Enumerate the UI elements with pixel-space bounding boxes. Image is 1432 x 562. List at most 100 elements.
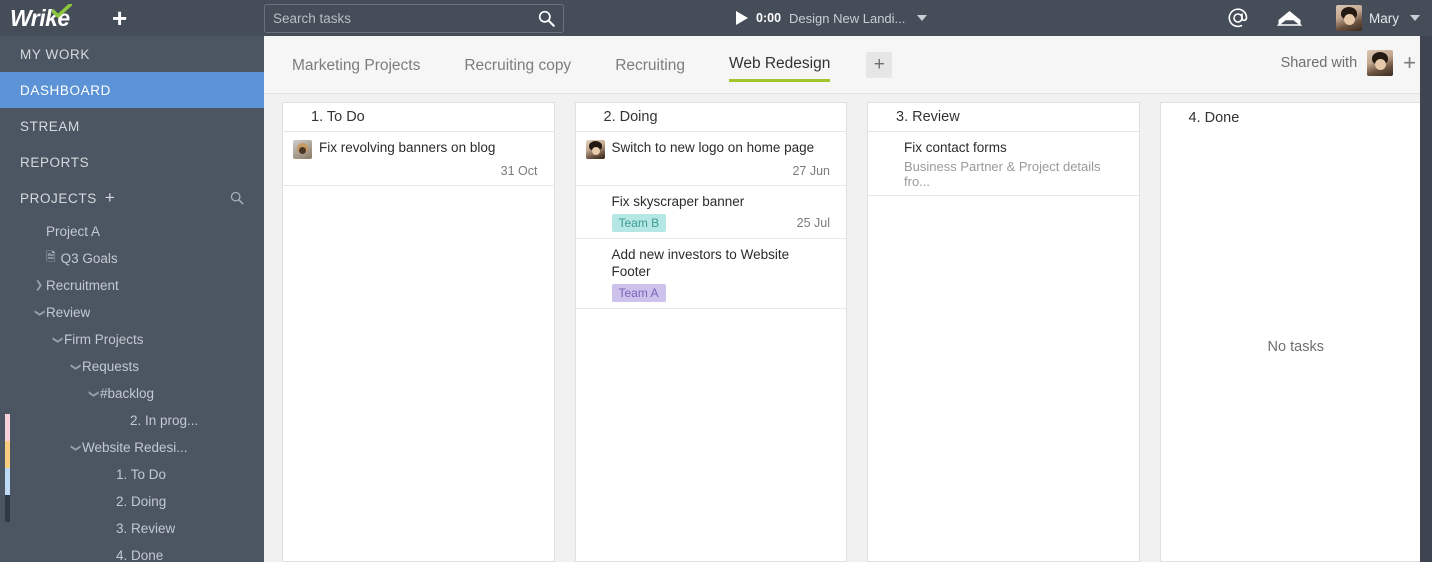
top-bar: Wrike + 0:00 Design New Landi... <box>0 0 1432 36</box>
task-title: Fix skyscraper banner <box>611 194 745 209</box>
tree-item-in-progress[interactable]: 2. In prog... <box>0 407 264 434</box>
timer-widget[interactable]: 0:00 Design New Landi... <box>736 0 928 36</box>
add-share-button[interactable]: + <box>1403 52 1416 74</box>
task-card-top: Fix skyscraper banner <box>586 193 831 210</box>
task-due-date: 25 Jul <box>796 216 830 230</box>
board-tabs: Marketing Projects Recruiting copy Recru… <box>264 36 1432 94</box>
board-column-to-do[interactable]: 1. To Do Fix revolving banners on blog 3… <box>282 102 555 562</box>
sidebar-item-reports[interactable]: REPORTS <box>0 144 264 180</box>
task-card[interactable]: Switch to new logo on home page 27 Jun <box>575 132 846 186</box>
wrike-logo[interactable]: Wrike <box>10 3 110 30</box>
tree-item-website-redesign[interactable]: ❯ Website Redesi... <box>0 434 264 461</box>
green-check-icon <box>52 3 72 18</box>
chevron-down-icon[interactable] <box>917 15 928 21</box>
tab-recruiting-copy[interactable]: Recruiting copy <box>464 57 571 81</box>
avatar[interactable] <box>1336 5 1362 31</box>
chevron-down-icon[interactable]: ❯ <box>88 387 99 401</box>
chevron-down-icon[interactable]: ❯ <box>70 360 81 374</box>
task-tag[interactable]: Team B <box>611 214 667 232</box>
task-card[interactable]: Fix contact forms Business Partner & Pro… <box>868 132 1139 196</box>
tree-item-label: Project A <box>46 224 101 239</box>
shared-with-label: Shared with <box>1280 55 1358 71</box>
tree-item-label: 3. Review <box>116 521 176 536</box>
sidebar: MY WORK DASHBOARD STREAM REPORTS PROJECT… <box>0 36 264 562</box>
inbox-tray-icon[interactable] <box>1277 9 1302 28</box>
add-button[interactable]: + <box>112 5 127 31</box>
task-title: Switch to new logo on home page <box>611 140 815 155</box>
tree-item-project-a[interactable]: Project A <box>0 218 264 245</box>
add-tab-button[interactable]: + <box>866 51 893 78</box>
sidebar-item-label: STREAM <box>20 118 80 134</box>
board-column-doing[interactable]: 2. Doing Switch to new logo on home page… <box>574 102 847 562</box>
right-scrollbar[interactable] <box>1420 36 1432 562</box>
tree-item-label: Firm Projects <box>64 332 144 347</box>
search-icon[interactable] <box>538 10 555 27</box>
shared-with-group: Shared with + <box>1281 50 1416 76</box>
search-input[interactable] <box>273 11 538 26</box>
tree-item-doing[interactable]: 2. Doing <box>0 488 264 515</box>
sidebar-item-label: DASHBOARD <box>20 82 111 98</box>
tree-item-label: 1. To Do <box>116 467 167 482</box>
task-card-top: Switch to new logo on home page <box>585 139 831 159</box>
tree-item-recruitment[interactable]: ❯ Recruitment <box>0 272 264 299</box>
sidebar-item-my-work[interactable]: MY WORK <box>0 36 264 72</box>
at-mention-icon[interactable] <box>1227 7 1249 29</box>
empty-state-text: No tasks <box>1267 338 1324 355</box>
task-title: Fix revolving banners on blog <box>319 140 496 155</box>
column-header: 3. Review <box>868 103 1139 132</box>
search-icon[interactable] <box>230 191 244 208</box>
sidebar-item-stream[interactable]: STREAM <box>0 108 264 144</box>
task-card-bottom: 31 Oct <box>293 163 538 179</box>
tree-item-backlog[interactable]: ❯ #backlog <box>0 380 264 407</box>
tree-item-label: Website Redesi... <box>82 440 188 455</box>
search-box[interactable] <box>264 4 564 33</box>
task-card[interactable]: Add new investors to Website Footer Team… <box>575 239 846 309</box>
sidebar-item-label: MY WORK <box>20 46 90 62</box>
chevron-right-icon[interactable]: ❯ <box>32 280 46 291</box>
board-column-done[interactable]: 4. Done No tasks <box>1159 102 1432 562</box>
timer-time: 0:00 <box>756 11 782 25</box>
tree-item-requests[interactable]: ❯ Requests <box>0 353 264 380</box>
plus-icon[interactable]: + <box>105 188 116 208</box>
column-header: 4. Done <box>1188 109 1240 126</box>
task-card[interactable]: Fix skyscraper banner Team B 25 Jul <box>575 186 846 239</box>
avatar[interactable] <box>1367 50 1394 76</box>
tree-item-done[interactable]: 4. Done <box>0 542 264 562</box>
tree-item-firm-projects[interactable]: ❯ Firm Projects <box>0 326 264 353</box>
tree-item-label: Requests <box>82 359 140 374</box>
tree-item-to-do[interactable]: 1. To Do <box>0 461 264 488</box>
task-tag[interactable]: Team A <box>611 284 666 302</box>
document-icon: 🗎 <box>46 250 56 264</box>
play-icon[interactable] <box>736 11 748 25</box>
task-card-top: Fix contact forms <box>878 139 1123 156</box>
assignee-avatar[interactable] <box>293 140 312 159</box>
column-header: 2. Doing <box>575 103 846 132</box>
chevron-down-icon[interactable]: ❯ <box>70 441 81 455</box>
task-card[interactable]: Fix revolving banners on blog 31 Oct <box>283 132 554 186</box>
tree-item-label: 2. In prog... <box>130 413 199 428</box>
caret-down-icon[interactable] <box>1410 15 1420 21</box>
tree-item-review-list[interactable]: 3. Review <box>0 515 264 542</box>
tab-recruiting[interactable]: Recruiting <box>615 57 685 81</box>
task-due-date: 31 Oct <box>500 164 538 178</box>
main-content: Marketing Projects Recruiting copy Recru… <box>264 36 1432 562</box>
tab-label: Web Redesign <box>728 55 831 72</box>
sidebar-item-projects[interactable]: PROJECTS + <box>0 180 264 216</box>
tree-item-label: Q3 Goals <box>60 251 118 266</box>
tree-item-label: 2. Doing <box>116 494 167 509</box>
tree-item-q3-goals[interactable]: 🗎 Q3 Goals <box>0 245 264 272</box>
chevron-down-icon[interactable]: ❯ <box>52 333 63 347</box>
tab-web-redesign[interactable]: Web Redesign <box>728 55 831 82</box>
tab-marketing-projects[interactable]: Marketing Projects <box>292 57 420 81</box>
tree-item-label: 4. Done <box>116 548 164 562</box>
sidebar-item-dashboard[interactable]: DASHBOARD <box>0 72 264 108</box>
tree-item-review[interactable]: ❯ Review <box>0 299 264 326</box>
board-column-review[interactable]: 3. Review Fix contact forms Business Par… <box>867 102 1140 562</box>
assignee-avatar[interactable] <box>585 140 605 159</box>
task-title: Add new investors to Website Footer <box>611 247 790 279</box>
tab-label: Recruiting copy <box>464 56 572 74</box>
chevron-down-icon[interactable]: ❯ <box>34 306 45 320</box>
task-title: Fix contact forms <box>904 140 1007 155</box>
user-menu[interactable]: Mary <box>1336 0 1420 36</box>
tab-label: Recruiting <box>615 56 685 74</box>
